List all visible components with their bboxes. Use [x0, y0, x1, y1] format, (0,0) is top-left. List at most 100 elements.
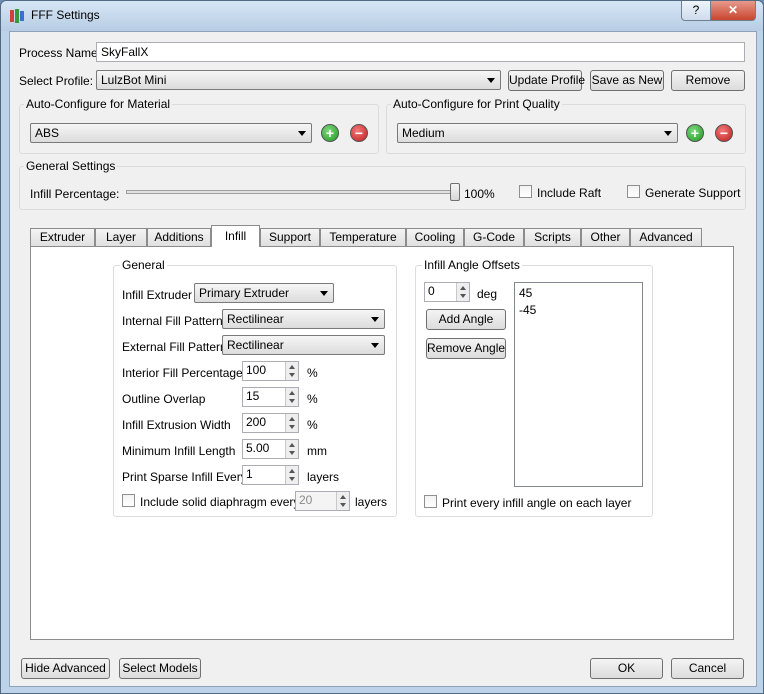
quality-select[interactable]: Medium: [397, 123, 678, 143]
infill-extruder-label: Infill Extruder: [122, 288, 193, 302]
tab-layer[interactable]: Layer: [95, 228, 147, 246]
select-models-button[interactable]: Select Models: [119, 658, 201, 679]
external-fill-select[interactable]: Rectilinear: [222, 335, 385, 355]
cancel-button[interactable]: Cancel: [671, 658, 744, 679]
add-material-icon[interactable]: +: [321, 124, 339, 142]
window-title: FFF Settings: [31, 8, 100, 22]
save-as-new-button[interactable]: Save as New: [590, 70, 664, 91]
tab-additions[interactable]: Additions: [147, 228, 211, 246]
extrusion-width-input[interactable]: 200: [242, 413, 299, 433]
close-button[interactable]: ✕: [710, 1, 756, 21]
outline-overlap-input[interactable]: 15: [242, 387, 299, 407]
infill-angle-title: Infill Angle Offsets: [422, 258, 522, 272]
external-fill-label: External Fill Pattern: [122, 340, 227, 354]
help-button[interactable]: ?: [681, 1, 711, 21]
remove-material-icon[interactable]: −: [350, 124, 368, 142]
list-item[interactable]: 45: [519, 285, 638, 302]
general-settings-group: General Settings Infill Percentage: 100%…: [19, 159, 746, 210]
min-infill-length-unit: mm: [307, 444, 327, 458]
process-name-input[interactable]: SkyFallX: [96, 42, 745, 62]
tab-support[interactable]: Support: [260, 228, 320, 246]
include-raft-label: Include Raft: [537, 186, 602, 200]
material-select[interactable]: ABS: [30, 123, 312, 143]
spin-buttons-icon[interactable]: [285, 414, 298, 432]
material-select-value: ABS: [35, 126, 60, 140]
tab-scripts[interactable]: Scripts: [524, 228, 581, 246]
internal-fill-label: Internal Fill Pattern: [122, 314, 223, 328]
sparse-infill-unit: layers: [307, 470, 340, 484]
material-group: Auto-Configure for Material ABS + −: [19, 97, 379, 154]
solid-diaphragm-label: Include solid diaphragm every: [140, 495, 300, 509]
remove-quality-icon[interactable]: −: [715, 124, 733, 142]
infill-extruder-value: Primary Extruder: [199, 286, 290, 300]
chevron-down-icon: [320, 291, 328, 296]
ok-button[interactable]: OK: [590, 658, 663, 679]
infill-percentage-label: Infill Percentage:: [30, 187, 120, 201]
remove-angle-button[interactable]: Remove Angle: [426, 338, 506, 359]
tab-temperature[interactable]: Temperature: [320, 228, 406, 246]
app-icon: [10, 9, 24, 23]
outline-overlap-label: Outline Overlap: [122, 392, 206, 406]
outline-overlap-value: 15: [246, 389, 260, 403]
spin-buttons-icon[interactable]: [336, 492, 349, 510]
spin-buttons-icon[interactable]: [456, 283, 469, 301]
spin-buttons-icon[interactable]: [285, 388, 298, 406]
tab-cooling[interactable]: Cooling: [406, 228, 464, 246]
min-infill-length-label: Minimum Infill Length: [122, 444, 236, 458]
update-profile-button[interactable]: Update Profile: [508, 70, 585, 91]
general-settings-title: General Settings: [24, 159, 118, 173]
remove-profile-button[interactable]: Remove: [671, 70, 745, 91]
generate-support-checkbox[interactable]: [627, 185, 640, 198]
profile-select[interactable]: LulzBot Mini: [96, 70, 501, 90]
material-group-title: Auto-Configure for Material: [24, 97, 173, 111]
chevron-down-icon: [371, 343, 379, 348]
extrusion-width-label: Infill Extrusion Width: [122, 418, 231, 432]
generate-support-label: Generate Support: [645, 186, 741, 200]
external-fill-value: Rectilinear: [227, 338, 284, 352]
spin-buttons-icon[interactable]: [285, 440, 298, 458]
internal-fill-value: Rectilinear: [227, 312, 284, 326]
title-bar[interactable]: FFF Settings ? ✕: [1, 1, 763, 31]
tab-advanced[interactable]: Advanced: [630, 228, 702, 246]
solid-diaphragm-unit: layers: [355, 495, 388, 509]
print-every-angle-checkbox[interactable]: [424, 495, 437, 508]
min-infill-length-input[interactable]: 5.00: [242, 439, 299, 459]
angle-input[interactable]: 0: [424, 282, 470, 302]
settings-window: FFF Settings ? ✕ Process Name: SkyFallX …: [0, 0, 764, 694]
interior-fill-pct-input[interactable]: 100: [242, 361, 299, 381]
solid-diaphragm-input[interactable]: 20: [295, 491, 350, 511]
outline-overlap-unit: %: [307, 392, 318, 406]
tab-gcode[interactable]: G-Code: [464, 228, 524, 246]
interior-fill-pct-value: 100: [246, 363, 267, 377]
include-raft-checkbox[interactable]: [519, 185, 532, 198]
tab-infill[interactable]: Infill: [211, 225, 260, 247]
interior-fill-pct-unit: %: [307, 366, 318, 380]
internal-fill-select[interactable]: Rectilinear: [222, 309, 385, 329]
sparse-infill-input[interactable]: 1: [242, 465, 299, 485]
tab-other[interactable]: Other: [581, 228, 630, 246]
add-quality-icon[interactable]: +: [686, 124, 704, 142]
infill-angle-group: Infill Angle Offsets 0 deg Add Angle Rem…: [415, 258, 653, 517]
hide-advanced-button[interactable]: Hide Advanced: [21, 658, 110, 679]
spin-buttons-icon[interactable]: [285, 466, 298, 484]
solid-diaphragm-checkbox[interactable]: [122, 494, 135, 507]
list-item[interactable]: -45: [519, 302, 638, 319]
tab-extruder[interactable]: Extruder: [30, 228, 95, 246]
print-every-angle-label: Print every infill angle on each layer: [442, 496, 632, 510]
quality-group: Auto-Configure for Print Quality Medium …: [386, 97, 746, 154]
infill-slider-thumb[interactable]: [450, 183, 460, 201]
process-name-label: Process Name:: [19, 46, 102, 60]
select-profile-label: Select Profile:: [19, 74, 94, 88]
quality-group-title: Auto-Configure for Print Quality: [391, 97, 562, 111]
quality-select-value: Medium: [402, 126, 445, 140]
add-angle-button[interactable]: Add Angle: [426, 309, 506, 330]
angle-list[interactable]: 45 -45: [514, 282, 643, 487]
solid-diaphragm-value: 20: [299, 493, 313, 507]
spin-buttons-icon[interactable]: [285, 362, 298, 380]
sparse-infill-label: Print Sparse Infill Every: [122, 470, 247, 484]
interior-fill-pct-label: Interior Fill Percentage: [122, 366, 243, 380]
infill-extruder-select[interactable]: Primary Extruder: [194, 283, 334, 303]
chevron-down-icon: [371, 317, 379, 322]
infill-slider-track[interactable]: [126, 190, 460, 194]
infill-general-title: General: [120, 258, 167, 272]
